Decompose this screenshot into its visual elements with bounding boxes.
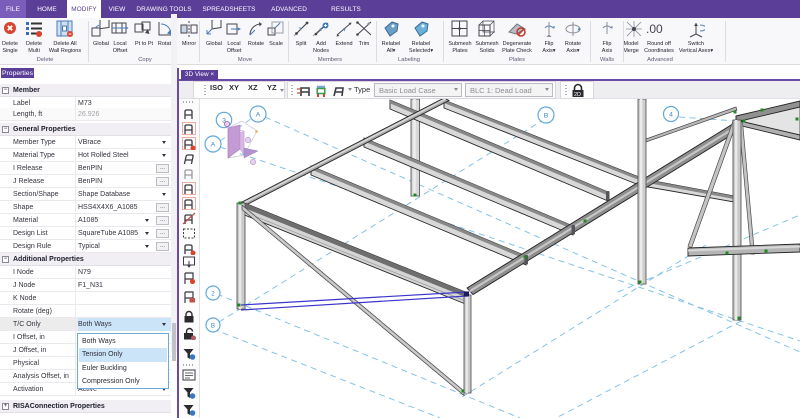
svg-text:4: 4 — [669, 112, 673, 119]
svg-text:2: 2 — [211, 291, 215, 298]
svg-text:B: B — [211, 323, 215, 330]
svg-text:.00: .00 — [646, 22, 663, 36]
svg-text:2D: 2D — [574, 92, 581, 98]
svg-text:B: B — [544, 113, 549, 120]
svg-text:A: A — [211, 142, 216, 149]
svg-text:A: A — [256, 112, 261, 119]
